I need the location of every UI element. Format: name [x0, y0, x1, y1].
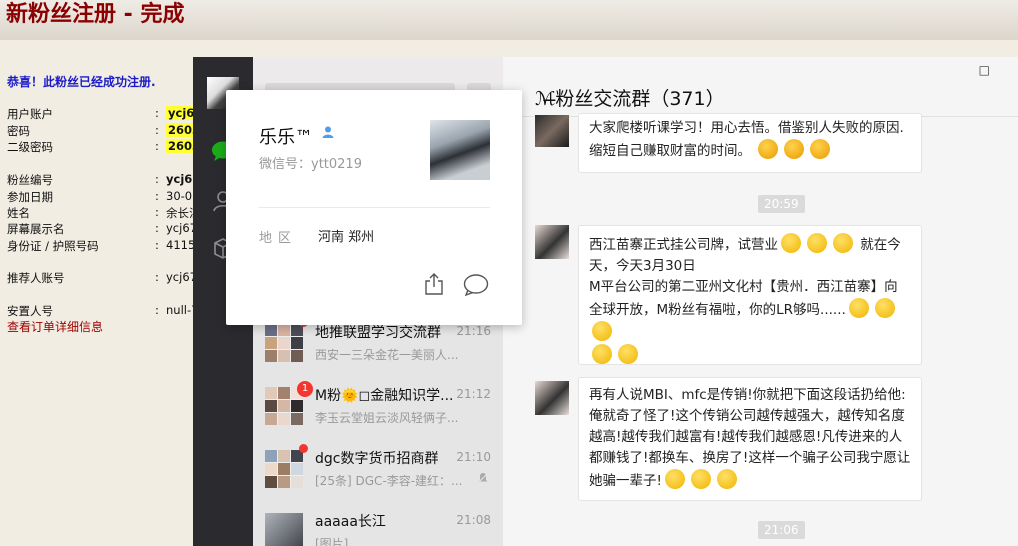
field-colon: :: [155, 270, 159, 284]
grin-emoji-icon: [874, 298, 895, 318]
pray-emoji-icon: [833, 233, 853, 253]
conversation-time: 21:08: [456, 513, 491, 527]
sender-avatar[interactable]: [535, 381, 569, 415]
field-label: 推荐人账号: [7, 271, 65, 285]
field-label: 密码: [7, 124, 30, 138]
contact-avatar: [265, 513, 303, 546]
message-bubble: 西江苗寨正式挂公司牌，试营业 就在今天，今天3月30日 M平台公司的第二亚州文化…: [578, 225, 922, 365]
time-stamp: 21:06: [758, 521, 805, 539]
unread-badge: 1: [297, 381, 313, 397]
order-details-link[interactable]: 查看订单详细信息: [7, 318, 103, 335]
region-value: 河南 郑州: [318, 230, 375, 245]
grin-emoji-icon: [664, 469, 685, 489]
wechat-id: 微信号：ytt0219: [259, 157, 362, 172]
message-text: 大家爬楼听课学习！用心去悟。借鉴别人失败的原因.缩短自己赚取财富的时间。: [589, 120, 904, 159]
message-text: 西江苗寨正式挂公司牌，试营业: [589, 237, 778, 253]
field-colon: :: [155, 205, 159, 219]
angry-emoji-icon: [758, 139, 779, 159]
pray-emoji-icon: [807, 233, 827, 253]
share-icon[interactable]: [424, 273, 444, 295]
conversation-preview: 李玉云堂姐云淡风轻俩子...: [315, 411, 459, 425]
region-label: 地区: [259, 231, 298, 246]
conversation-time: 21:10: [456, 450, 491, 464]
message-bubble: 大家爬楼听课学习！用心去悟。借鉴别人失败的原因.缩短自己赚取财富的时间。: [578, 113, 922, 173]
conversation-name: M粉🌞◻金融知识学...: [315, 388, 454, 404]
field-colon: :: [155, 106, 159, 120]
web-header: 新粉丝注册 - 完成: [0, 0, 1018, 40]
field-label: 参加日期: [7, 190, 53, 204]
field-colon: :: [155, 139, 159, 153]
field-label: 二级密码: [7, 140, 53, 154]
field-label: 身份证 / 护照号码: [7, 239, 99, 253]
pray-emoji-icon: [781, 233, 801, 253]
sender-avatar[interactable]: [535, 115, 569, 147]
conversation-name: dgc数字货币招商群: [315, 451, 439, 467]
time-stamp: 20:59: [758, 195, 805, 213]
grin-emoji-icon: [618, 344, 638, 364]
chat-title: ℳ̶粉丝交流群（371）: [535, 88, 725, 110]
field-colon: :: [155, 123, 159, 137]
grin-emoji-icon: [592, 321, 612, 341]
conversation-name: 地推联盟学习交流群: [315, 325, 441, 341]
grin-emoji-icon: [716, 469, 737, 489]
field-label: 姓名: [7, 206, 30, 220]
angry-emoji-icon: [810, 139, 831, 159]
field-label: 用户账户: [7, 107, 53, 121]
grin-emoji-icon: [690, 469, 711, 489]
person-icon: [322, 126, 334, 138]
field-value: 4115: [166, 238, 196, 252]
conversation-item[interactable]: 1 M粉🌞◻金融知识学... 21:12 李玉云堂姐云淡风轻俩子...: [253, 375, 503, 437]
unread-dot: [299, 444, 308, 453]
field-colon: :: [155, 221, 159, 235]
success-message: 恭喜！此粉丝已经成功注册.: [7, 75, 156, 89]
group-avatar: [265, 324, 303, 362]
conversation-preview: 西安一三朵金花一美丽人...: [315, 348, 459, 362]
page-title: 新粉丝注册 - 完成: [6, 2, 185, 27]
angry-emoji-icon: [784, 139, 805, 159]
conversation-time: 21:12: [456, 387, 491, 401]
conversation-preview: [25条] DGC-李容-建红：...: [315, 474, 463, 488]
sender-avatar[interactable]: [535, 225, 569, 259]
conversation-item[interactable]: aaaaa长江 21:08 [图片]: [253, 501, 503, 546]
conversation-item[interactable]: dgc数字货币招商群 21:10 [25条] DGC-李容-建红：...: [253, 438, 503, 500]
field-colon: :: [155, 189, 159, 203]
grin-emoji-icon: [592, 344, 612, 364]
grin-emoji-icon: [848, 298, 869, 318]
field-label: 粉丝编号: [7, 173, 53, 187]
conversation-time: 21:16: [456, 324, 491, 338]
field-label: 屏幕展示名: [7, 222, 65, 236]
field-colon: :: [155, 172, 159, 186]
conversation-name: aaaaa长江: [315, 514, 386, 530]
message-text: 再有人说MBI、mfc是传销!你就把下面这段话扔给他:俺就奇了怪了!这个传销公司…: [589, 387, 911, 489]
mute-icon: [477, 472, 489, 484]
group-avatar: [265, 450, 303, 488]
field-label: 安置人号: [7, 304, 53, 318]
send-message-icon[interactable]: [463, 274, 489, 296]
field-colon: :: [155, 238, 159, 252]
profile-photo[interactable]: [430, 120, 490, 180]
chat-panel: □ ℳ̶粉丝交流群（371） 大家爬楼听课学习！用心去悟。借鉴别人失败的原因.缩…: [503, 57, 1018, 546]
maximize-button[interactable]: □: [979, 63, 1008, 77]
profile-name: 乐乐™: [259, 127, 313, 148]
card-divider: [259, 207, 490, 208]
profile-card: 乐乐™ 微信号：ytt0219 地区 河南 郑州: [226, 90, 522, 325]
conversation-preview: [图片]: [315, 537, 349, 546]
field-colon: :: [155, 303, 159, 317]
message-bubble: 再有人说MBI、mfc是传销!你就把下面这段话扔给他:俺就奇了怪了!这个传销公司…: [578, 377, 922, 501]
